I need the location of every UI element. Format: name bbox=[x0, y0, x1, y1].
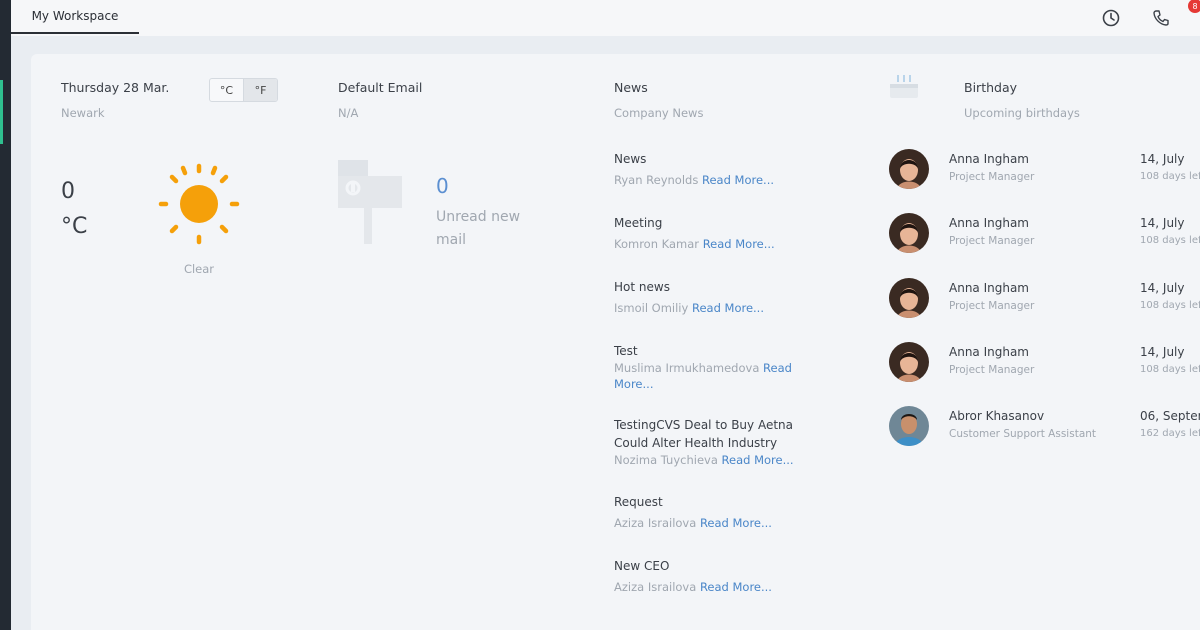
news-item: New CEO Aziza Israilova Read More... bbox=[614, 557, 819, 595]
person-name: Anna Ingham bbox=[949, 216, 1029, 230]
avatar bbox=[889, 213, 929, 253]
birthday-date: 14, July bbox=[1140, 216, 1185, 230]
fahrenheit-button[interactable]: °F bbox=[244, 79, 277, 101]
days-left: 108 days left bbox=[1140, 300, 1200, 311]
tab-my-workspace[interactable]: My Workspace bbox=[11, 0, 139, 34]
person-name: Anna Ingham bbox=[949, 281, 1029, 295]
unread-mail-count[interactable]: 0 bbox=[436, 174, 449, 198]
news-item-title[interactable]: Test bbox=[614, 342, 819, 360]
birthday-row[interactable]: Anna Ingham Project Manager 14, July 108… bbox=[889, 342, 1200, 384]
weather-temperature: 0 bbox=[61, 179, 75, 204]
email-account: N/A bbox=[338, 106, 359, 120]
person-name: Anna Ingham bbox=[949, 152, 1029, 166]
avatar bbox=[889, 342, 929, 382]
birthday-row[interactable]: Anna Ingham Project Manager 14, July 108… bbox=[889, 278, 1200, 320]
avatar bbox=[889, 406, 929, 446]
avatar bbox=[889, 278, 929, 318]
news-item-author: Aziza Israilova bbox=[614, 580, 697, 594]
birthday-row[interactable]: Abror Khasanov Customer Support Assistan… bbox=[889, 406, 1200, 448]
days-left: 108 days left bbox=[1140, 364, 1200, 375]
notification-badge: 8 bbox=[1188, 0, 1200, 13]
read-more-link[interactable]: Read More... bbox=[722, 453, 794, 467]
top-bar-actions: 8 bbox=[1086, 0, 1200, 36]
read-more-link[interactable]: Read More... bbox=[692, 301, 764, 315]
news-item-title[interactable]: New CEO bbox=[614, 557, 819, 575]
news-item: Hot news Ismoil Omiliy Read More... bbox=[614, 278, 819, 316]
days-left: 108 days left bbox=[1140, 235, 1200, 246]
phone-icon bbox=[1153, 10, 1169, 26]
news-widget-subtitle: Company News bbox=[614, 106, 704, 120]
news-item-title[interactable]: Hot news bbox=[614, 278, 819, 296]
birthday-date: 14, July bbox=[1140, 152, 1185, 166]
sidebar-active-indicator bbox=[0, 80, 3, 144]
birthday-date: 14, July bbox=[1140, 345, 1185, 359]
person-role: Customer Support Assistant bbox=[949, 428, 1097, 440]
birthday-row[interactable]: Anna Ingham Project Manager 14, July 108… bbox=[889, 213, 1200, 255]
clock-button[interactable] bbox=[1086, 0, 1136, 36]
news-item: Test Muslima Irmukhamedova Read More... bbox=[614, 342, 819, 392]
days-left: 108 days left bbox=[1140, 171, 1200, 182]
news-item-title[interactable]: TestingCVS Deal to Buy Aetna Could Alter… bbox=[614, 416, 819, 452]
days-left: 162 days left bbox=[1140, 428, 1200, 439]
weather-unit: °C bbox=[61, 214, 88, 239]
temperature-unit-toggle: °C °F bbox=[209, 78, 278, 102]
weather-city: Newark bbox=[61, 106, 105, 120]
clock-icon bbox=[1102, 9, 1120, 27]
sun-icon bbox=[158, 163, 240, 245]
phone-button[interactable] bbox=[1136, 0, 1186, 36]
news-item: Request Aziza Israilova Read More... bbox=[614, 493, 819, 531]
read-more-link[interactable]: Read More... bbox=[703, 237, 775, 251]
mailbox-icon bbox=[338, 160, 402, 244]
birthday-date: 14, July bbox=[1140, 281, 1185, 295]
weather-condition: Clear bbox=[183, 262, 215, 276]
news-item-author: Nozima Tuychieva bbox=[614, 453, 718, 467]
person-role: Project Manager bbox=[949, 235, 1035, 247]
person-role: Project Manager bbox=[949, 364, 1035, 376]
birthday-widget-subtitle: Upcoming birthdays bbox=[964, 106, 1080, 120]
news-item-author: Ryan Reynolds bbox=[614, 173, 699, 187]
news-widget-title: News bbox=[614, 80, 648, 95]
notifications-button[interactable]: 8 bbox=[1186, 0, 1200, 36]
news-item: TestingCVS Deal to Buy Aetna Could Alter… bbox=[614, 416, 819, 468]
read-more-link[interactable]: Read More... bbox=[702, 173, 774, 187]
news-item-author: Ismoil Omiliy bbox=[614, 301, 689, 315]
cake-icon bbox=[890, 75, 918, 98]
news-item: News Ryan Reynolds Read More... bbox=[614, 150, 819, 188]
person-name: Anna Ingham bbox=[949, 345, 1029, 359]
weather-date: Thursday 28 Mar. bbox=[61, 80, 170, 95]
birthday-date: 06, September bbox=[1140, 409, 1200, 423]
news-item-author: Komron Kamar bbox=[614, 237, 700, 251]
avatar bbox=[889, 149, 929, 189]
birthday-row[interactable]: Anna Ingham Project Manager 14, July 108… bbox=[889, 149, 1200, 191]
person-role: Project Manager bbox=[949, 300, 1035, 312]
news-item-author: Muslima Irmukhamedova bbox=[614, 361, 760, 375]
birthday-widget-title: Birthday bbox=[964, 80, 1018, 95]
news-item-author: Aziza Israilova bbox=[614, 516, 697, 530]
read-more-link[interactable]: Read More... bbox=[700, 580, 772, 594]
news-item-title[interactable]: News bbox=[614, 150, 819, 168]
news-item-title[interactable]: Meeting bbox=[614, 214, 819, 232]
person-role: Project Manager bbox=[949, 171, 1035, 183]
read-more-link[interactable]: Read More... bbox=[700, 516, 772, 530]
unread-mail-label: Unread new mail bbox=[436, 209, 521, 248]
person-name: Abror Khasanov bbox=[949, 409, 1045, 423]
top-bar: My Workspace 8 bbox=[11, 0, 1200, 36]
news-item: Meeting Komron Kamar Read More... bbox=[614, 214, 819, 252]
email-widget-title: Default Email bbox=[338, 80, 423, 95]
news-item-title[interactable]: Request bbox=[614, 493, 819, 511]
celsius-button[interactable]: °C bbox=[210, 79, 243, 101]
left-sidebar-rail bbox=[0, 0, 11, 630]
